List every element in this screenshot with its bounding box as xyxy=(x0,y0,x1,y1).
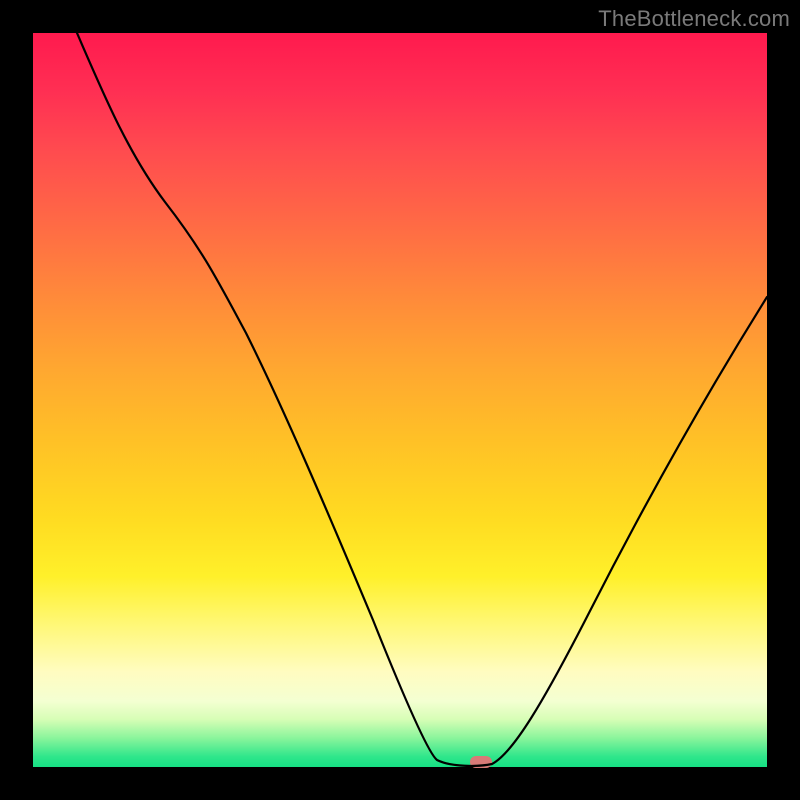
plot-area xyxy=(33,33,767,767)
curve-path xyxy=(77,33,767,766)
watermark-text: TheBottleneck.com xyxy=(598,6,790,32)
chart-frame: TheBottleneck.com xyxy=(0,0,800,800)
bottleneck-curve xyxy=(33,33,767,767)
